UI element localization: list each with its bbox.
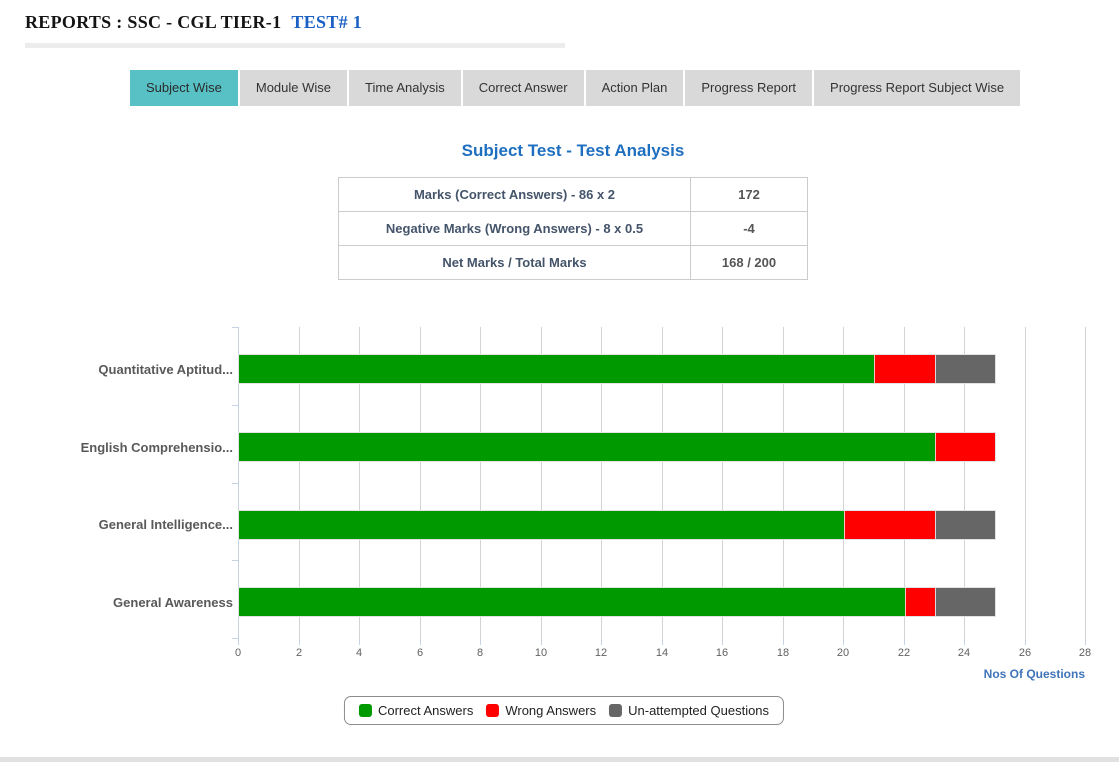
- analysis-row: Marks (Correct Answers) - 86 x 2172: [339, 178, 808, 212]
- x-axis-tick: [904, 638, 905, 645]
- bar-segment-wrong-answers: [874, 355, 935, 383]
- legend-label: Wrong Answers: [505, 703, 596, 718]
- metric-value-cell: 172: [691, 178, 808, 212]
- y-axis-tick: [232, 560, 238, 561]
- x-axis-label: 26: [995, 647, 1055, 659]
- x-axis-label: 8: [450, 647, 510, 659]
- x-axis-label: 10: [511, 647, 571, 659]
- legend-item-wrong-answers[interactable]: Wrong Answers: [486, 703, 596, 718]
- legend-item-un-attempted-questions[interactable]: Un-attempted Questions: [609, 703, 769, 718]
- bar-segment-correct-answers: [239, 433, 935, 461]
- bar-general-awareness: [239, 588, 995, 616]
- tab-module-wise[interactable]: Module Wise: [240, 70, 347, 106]
- x-axis-label: 20: [813, 647, 873, 659]
- x-axis-tick: [480, 638, 481, 645]
- legend-swatch-un-attempted-questions: [609, 704, 622, 717]
- y-axis-tick: [232, 327, 238, 328]
- x-axis-label: 24: [934, 647, 994, 659]
- x-axis-tick: [299, 638, 300, 645]
- tab-action-plan[interactable]: Action Plan: [586, 70, 684, 106]
- analysis-title: Subject Test - Test Analysis: [338, 141, 808, 161]
- x-axis-tick: [1025, 638, 1026, 645]
- metric-label-cell: Net Marks / Total Marks: [339, 246, 691, 280]
- x-axis-label: 14: [632, 647, 692, 659]
- x-axis-tick: [783, 638, 784, 645]
- x-axis-title: Nos Of Questions: [885, 667, 1085, 681]
- bar-segment-wrong-answers: [905, 588, 935, 616]
- page-title: REPORTS : SSC - CGL TIER-1 TEST# 1: [25, 12, 362, 33]
- x-axis-label: 16: [692, 647, 752, 659]
- bar-segment-correct-answers: [239, 511, 844, 539]
- analysis-table: Marks (Correct Answers) - 86 x 2172Negat…: [338, 177, 808, 280]
- metric-value-cell: 168 / 200: [691, 246, 808, 280]
- bar-segment-un-attempted-questions: [935, 588, 996, 616]
- chart-legend: Correct Answers Wrong Answers Un-attempted…: [344, 696, 784, 725]
- category-label: General Awareness: [0, 595, 233, 610]
- x-axis-label: 28: [1055, 647, 1115, 659]
- x-axis-label: 22: [874, 647, 934, 659]
- chart-plot-area: [238, 327, 1085, 638]
- legend-label: Correct Answers: [378, 703, 473, 718]
- chart-context-menu-button[interactable]: [1066, 331, 1090, 353]
- x-axis-tick: [843, 638, 844, 645]
- x-axis-tick: [722, 638, 723, 645]
- bar-segment-un-attempted-questions: [935, 511, 996, 539]
- x-axis-tick: [359, 638, 360, 645]
- x-axis-label: 2: [269, 647, 329, 659]
- legend-swatch-wrong-answers: [486, 704, 499, 717]
- x-axis-label: 0: [208, 647, 268, 659]
- x-axis-label: 12: [571, 647, 631, 659]
- x-axis-label: 18: [753, 647, 813, 659]
- x-axis-tick: [420, 638, 421, 645]
- legend-item-correct-answers[interactable]: Correct Answers: [359, 703, 473, 718]
- legend-label: Un-attempted Questions: [628, 703, 769, 718]
- analysis-row: Negative Marks (Wrong Answers) - 8 x 0.5…: [339, 212, 808, 246]
- metric-label-cell: Negative Marks (Wrong Answers) - 8 x 0.5: [339, 212, 691, 246]
- test-number-link[interactable]: TEST# 1: [291, 12, 362, 32]
- y-axis-tick: [232, 405, 238, 406]
- tab-correct-answer[interactable]: Correct Answer: [463, 70, 584, 106]
- metric-value-cell: -4: [691, 212, 808, 246]
- tab-subject-wise[interactable]: Subject Wise: [130, 70, 238, 106]
- bar-english-comprehensio: [239, 433, 995, 461]
- x-axis-tick: [541, 638, 542, 645]
- x-axis-tick: [238, 638, 239, 645]
- report-tabs: Subject WiseModule WiseTime AnalysisCorr…: [130, 70, 1020, 106]
- bar-segment-wrong-answers: [844, 511, 935, 539]
- x-axis-tick: [662, 638, 663, 645]
- x-axis-tick: [601, 638, 602, 645]
- bottom-divider: [0, 757, 1119, 762]
- legend-swatch-correct-answers: [359, 704, 372, 717]
- x-axis-label: 4: [329, 647, 389, 659]
- bar-segment-wrong-answers: [935, 433, 996, 461]
- x-axis-tick: [1085, 638, 1086, 645]
- category-label: Quantitative Aptitud...: [0, 362, 233, 377]
- bar-segment-correct-answers: [239, 588, 905, 616]
- bar-segment-un-attempted-questions: [935, 355, 996, 383]
- bar-general-intelligence: [239, 511, 995, 539]
- tab-progress-report-subject-wise[interactable]: Progress Report Subject Wise: [814, 70, 1020, 106]
- gridline: [1025, 327, 1026, 638]
- bar-segment-correct-answers: [239, 355, 874, 383]
- bar-quantitative-aptitud: [239, 355, 995, 383]
- gridline: [1085, 327, 1086, 638]
- x-axis-tick: [964, 638, 965, 645]
- metric-label-cell: Marks (Correct Answers) - 86 x 2: [339, 178, 691, 212]
- report-page: REPORTS : SSC - CGL TIER-1 TEST# 1 Subjec…: [0, 0, 1119, 767]
- y-axis-tick: [232, 483, 238, 484]
- y-axis-tick: [232, 638, 238, 639]
- tab-progress-report[interactable]: Progress Report: [685, 70, 812, 106]
- x-axis-label: 6: [390, 647, 450, 659]
- tab-time-analysis[interactable]: Time Analysis: [349, 70, 461, 106]
- analysis-row: Net Marks / Total Marks168 / 200: [339, 246, 808, 280]
- title-underline: [25, 43, 565, 48]
- category-label: General Intelligence...: [0, 517, 233, 532]
- report-title-text: REPORTS : SSC - CGL TIER-1: [25, 12, 281, 32]
- category-label: English Comprehensio...: [0, 440, 233, 455]
